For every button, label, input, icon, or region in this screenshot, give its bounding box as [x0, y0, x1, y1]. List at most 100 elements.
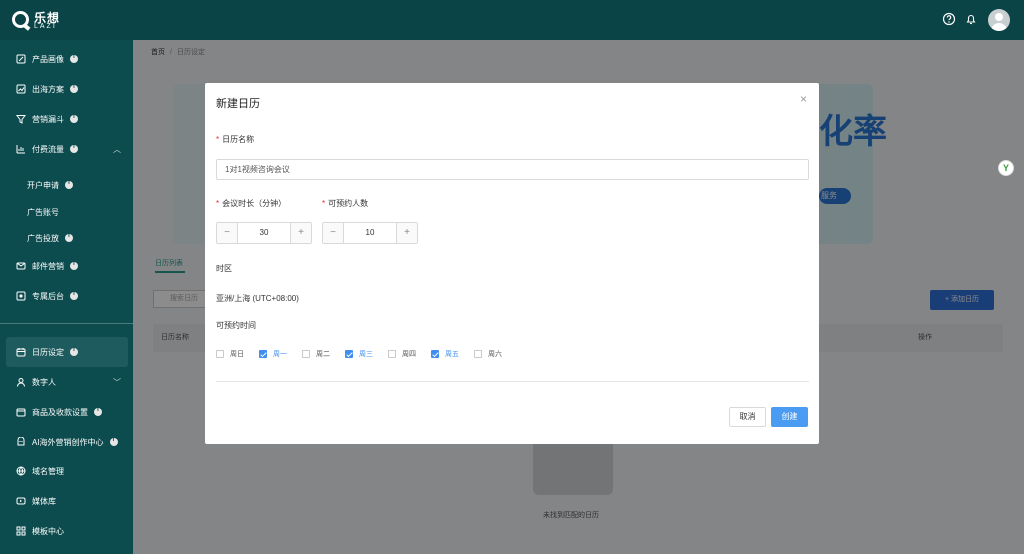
checkbox-box[interactable] — [216, 350, 224, 358]
top-bar: 乐想 LAZI — [0, 0, 1024, 40]
checkbox-wednesday[interactable]: 周三 — [345, 349, 373, 359]
sidebar-item-paid-traffic[interactable]: 付费流量 ︿ — [0, 134, 133, 164]
capacity-increment-button[interactable]: + — [396, 223, 417, 243]
edit-icon — [16, 54, 26, 64]
sidebar-item-ad-delivery[interactable]: 广告投放 — [0, 223, 133, 253]
sidebar-item-label: 营销漏斗 — [32, 114, 64, 124]
sidebar-item-label: 广告账号 — [27, 207, 59, 217]
sidebar-item-calendar-settings[interactable]: 日历设定 — [6, 337, 128, 367]
sidebar-item-ai-creation-center[interactable]: AI海外营销创作中心 — [0, 427, 133, 457]
sidebar-item-domain-management[interactable]: 域名管理 — [0, 456, 133, 486]
checkbox-monday[interactable]: 周一 — [259, 349, 287, 359]
weekday-checkbox-group: 周日 周一 周二 周三 周四 周五 周六 — [216, 349, 517, 359]
bell-icon[interactable] — [964, 12, 978, 26]
info-icon — [70, 114, 78, 123]
available-time-label: 可预约时间 — [216, 321, 256, 330]
checkbox-sunday[interactable]: 周日 — [216, 349, 244, 359]
calendar-name-input[interactable]: 1对1视频咨询会议 — [216, 159, 809, 180]
checkbox-label: 周五 — [445, 351, 459, 358]
sidebar-item-label: 邮件营销 — [32, 261, 64, 271]
checkbox-box[interactable] — [474, 350, 482, 358]
sidebar-item-account-application[interactable]: 开户申请 — [0, 170, 133, 200]
info-icon — [94, 407, 102, 416]
checkbox-label: 周日 — [230, 351, 244, 358]
sidebar-item-label: 开户申请 — [27, 180, 59, 190]
timezone-label: 时区 — [216, 264, 232, 273]
info-icon — [65, 180, 73, 189]
calendar-name-label: * 日历名称 — [216, 135, 255, 144]
sidebar-item-label: 模板中心 — [32, 526, 64, 536]
sidebar-item-template-center[interactable]: 模板中心 — [0, 516, 133, 546]
sidebar-item-dedicated-backend[interactable]: 专属后台 — [0, 281, 133, 311]
duration-increment-button[interactable]: + — [290, 223, 311, 243]
sidebar-item-product-profile[interactable]: 产品画像 — [0, 44, 133, 74]
duration-value[interactable]: 30 — [238, 223, 290, 243]
duration-stepper[interactable]: − 30 + — [216, 222, 312, 244]
sidebar-item-label: 出海方案 — [32, 84, 64, 94]
checkbox-label: 周三 — [359, 351, 373, 358]
checkbox-box-checked[interactable] — [431, 350, 439, 358]
globe-icon — [16, 466, 26, 476]
capacity-label-text: 可预约人数 — [328, 199, 369, 208]
shop-icon — [16, 408, 26, 417]
capacity-label: * 可预约人数 — [322, 199, 369, 208]
sidebar-item-label: 数字人 — [32, 377, 56, 387]
dialog-title: 新建日历 — [216, 98, 260, 110]
checkbox-label: 周二 — [316, 351, 330, 358]
sidebar-item-email-marketing[interactable]: 邮件营销 — [0, 251, 133, 281]
app-logo[interactable]: 乐想 LAZI — [12, 8, 82, 32]
sidebar-item-digital-human[interactable]: 数字人 ﹀ — [0, 367, 133, 397]
grid-icon — [16, 526, 26, 536]
duration-label-text: 会议时长（分钟） — [222, 199, 287, 208]
info-icon — [70, 261, 78, 270]
sidebar-item-marketing-funnel[interactable]: 营销漏斗 — [0, 104, 133, 134]
capacity-value[interactable]: 10 — [344, 223, 396, 243]
checkbox-label: 周六 — [488, 351, 502, 358]
info-icon — [65, 233, 73, 242]
checkbox-box-checked[interactable] — [345, 350, 353, 358]
capacity-stepper[interactable]: − 10 + — [322, 222, 418, 244]
duration-decrement-button[interactable]: − — [217, 223, 238, 243]
ad-icon — [16, 145, 25, 154]
info-icon — [70, 84, 78, 93]
info-icon — [70, 144, 78, 153]
dialog-divider — [216, 381, 809, 382]
checkbox-saturday[interactable]: 周六 — [474, 349, 502, 359]
chart-icon — [16, 84, 26, 94]
sidebar-item-label: 专属后台 — [32, 291, 64, 301]
create-button[interactable]: 创建 — [771, 407, 808, 427]
logo-text-en: LAZI — [34, 23, 57, 30]
checkbox-box[interactable] — [302, 350, 310, 358]
sidebar-item-label: 广告投放 — [27, 233, 59, 243]
funnel-icon — [16, 115, 26, 124]
help-circle-icon[interactable] — [942, 12, 956, 26]
sidebar-item-media-library[interactable]: 媒体库 — [0, 486, 133, 516]
close-icon[interactable]: × — [800, 92, 807, 106]
checkbox-tuesday[interactable]: 周二 — [302, 349, 330, 359]
checkbox-thursday[interactable]: 周四 — [388, 349, 416, 359]
sidebar-item-label: 商品及收款设置 — [32, 407, 88, 417]
user-avatar[interactable] — [988, 9, 1010, 31]
dashboard-icon — [16, 291, 26, 301]
sidebar-item-overseas-plan[interactable]: 出海方案 — [0, 74, 133, 104]
assistant-float-icon[interactable]: Y — [998, 160, 1014, 176]
info-icon — [70, 54, 78, 63]
sidebar-item-label: 付费流量 — [32, 144, 64, 154]
checkbox-label: 周四 — [402, 351, 416, 358]
timezone-value[interactable]: 亚洲/上海 (UTC+08:00) — [216, 293, 299, 304]
sidebar-item-label: 媒体库 — [32, 496, 56, 506]
sidebar-item-products-payment[interactable]: 商品及收款设置 — [0, 397, 133, 427]
checkbox-label: 周一 — [273, 351, 287, 358]
chevron-down-icon: ﹀ — [113, 377, 121, 387]
logo-mark-icon — [12, 11, 29, 28]
capacity-decrement-button[interactable]: − — [323, 223, 344, 243]
duration-label: * 会议时长（分钟） — [216, 199, 287, 208]
calendar-name-label-text: 日历名称 — [222, 135, 255, 144]
mail-icon — [16, 262, 26, 270]
cancel-button[interactable]: 取消 — [729, 407, 766, 427]
sidebar-divider — [0, 323, 133, 324]
calendar-icon — [16, 348, 26, 357]
checkbox-box[interactable] — [388, 350, 396, 358]
checkbox-friday[interactable]: 周五 — [431, 349, 459, 359]
checkbox-box-checked[interactable] — [259, 350, 267, 358]
